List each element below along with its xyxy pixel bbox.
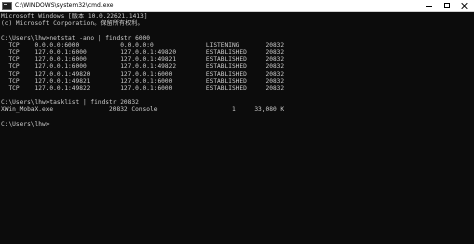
minimize-icon[interactable] <box>420 0 438 12</box>
console-line: TCP 127.0.0.1:6000 127.0.0.1:49820 ESTAB… <box>1 48 285 56</box>
close-icon[interactable] <box>456 0 474 12</box>
console-line: TCP 127.0.0.1:6000 127.0.0.1:49822 ESTAB… <box>1 63 285 71</box>
console-line: (c) Microsoft Corporation。保留所有权利。 <box>1 20 144 28</box>
console-line: TCP 127.0.0.1:49821 127.0.0.1:6000 ESTAB… <box>1 77 285 85</box>
cmd-app-icon[interactable] <box>2 1 12 10</box>
title-bar[interactable]: C:\WINDOWS\system32\cmd.exe <box>0 0 474 12</box>
cmd-window: C:\WINDOWS\system32\cmd.exe Microsoft Wi… <box>0 0 474 244</box>
console-line: C:\Users\lhw>netstat -ano | findstr 6000 <box>1 34 151 42</box>
console-line: TCP 127.0.0.1:6000 127.0.0.1:49821 ESTAB… <box>1 56 285 64</box>
window-title: C:\WINDOWS\system32\cmd.exe <box>15 1 114 9</box>
maximize-icon[interactable] <box>438 0 456 12</box>
window-controls <box>420 0 474 12</box>
console-prompt-line: C:\Users\lhw> <box>1 120 50 128</box>
console-line: C:\Users\lhw>tasklist | findstr 20832 <box>1 99 139 107</box>
console-line: TCP 0.0.0.0:6000 0.0.0.0:0 LISTENING 208… <box>1 41 285 49</box>
console-line: XWin_MobaX.exe 20832 Console 1 33,080 K <box>1 106 285 114</box>
console-output[interactable]: Microsoft Windows [版本 10.0.22621.1413] (… <box>1 13 473 243</box>
console-line: TCP 127.0.0.1:49820 127.0.0.1:6000 ESTAB… <box>1 70 285 78</box>
console-line: TCP 127.0.0.1:49822 127.0.0.1:6000 ESTAB… <box>1 84 285 92</box>
